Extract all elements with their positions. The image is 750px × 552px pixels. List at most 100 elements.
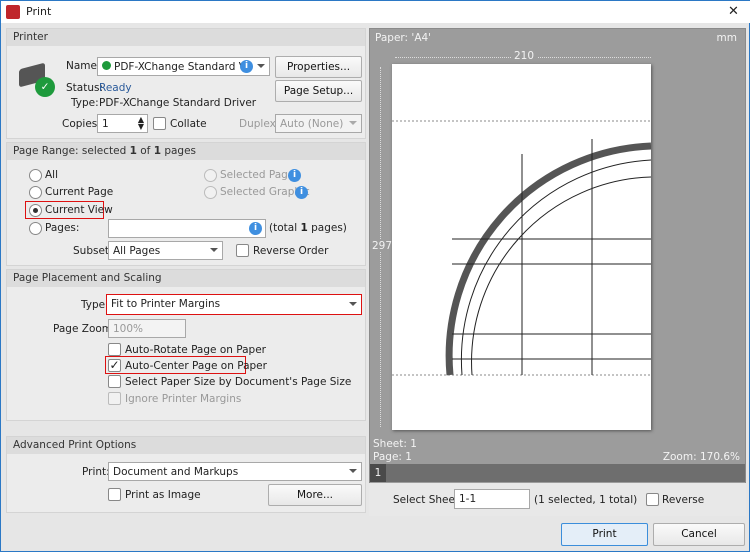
- select-sheets-input[interactable]: 1-1: [454, 489, 530, 509]
- select-paper-checkbox[interactable]: [108, 375, 121, 388]
- section-header: Page Placement and Scaling: [7, 270, 365, 287]
- printer-green-icon: [102, 61, 111, 70]
- current-page-radio[interactable]: [29, 186, 42, 199]
- auto-center-label: Auto-Center Page on Paper: [125, 360, 267, 372]
- pages-label: Pages:: [45, 222, 80, 234]
- reverse-order-label: Reverse Order: [253, 245, 329, 257]
- status-label: Status:: [66, 82, 103, 94]
- pages-radio[interactable]: [29, 222, 42, 235]
- pages-input[interactable]: i: [108, 219, 266, 238]
- page-zoom-stepper[interactable]: 100%: [108, 319, 186, 338]
- page-range-section: Page Range: selected 1 of 1 pages All Cu…: [6, 142, 366, 266]
- selected-pages-radio[interactable]: [204, 169, 217, 182]
- total-num: 1: [300, 222, 308, 234]
- page-zoom-value: 100%: [113, 323, 144, 335]
- height-label: 297: [372, 240, 393, 252]
- all-radio[interactable]: [29, 169, 42, 182]
- page-label: Page: 1: [373, 451, 412, 463]
- printer-section: Printer ✓ Name: PDF-XChange Standard V6 …: [6, 28, 366, 139]
- copies-stepper[interactable]: 1 ▲ ▼: [97, 114, 148, 133]
- collate-label: Collate: [170, 118, 207, 130]
- duplex-select[interactable]: Auto (None): [275, 114, 362, 133]
- title-bar: Print ✕: [1, 1, 750, 23]
- print-as-image-label: Print as Image: [125, 489, 201, 501]
- header-text: Page Range: selected: [13, 145, 130, 157]
- close-icon[interactable]: ✕: [728, 4, 739, 19]
- selected-graphic-radio[interactable]: [204, 186, 217, 199]
- collate-checkbox[interactable]: [153, 117, 166, 130]
- print-label: Print:: [82, 466, 110, 478]
- ignore-margins-label: Ignore Printer Margins: [125, 393, 242, 405]
- paper-label: Paper: 'A4': [375, 32, 432, 44]
- width-label: 210: [511, 50, 538, 62]
- section-header: Page Range: selected 1 of 1 pages: [7, 143, 365, 160]
- subset-select[interactable]: All Pages: [108, 241, 223, 260]
- ignore-margins-checkbox[interactable]: [108, 392, 121, 405]
- chevron-down-icon: [257, 64, 265, 68]
- current-view-label: Current View: [45, 204, 113, 216]
- cancel-button[interactable]: Cancel: [653, 523, 745, 546]
- auto-rotate-checkbox[interactable]: [108, 343, 121, 356]
- subset-value: All Pages: [113, 245, 161, 257]
- printer-name-select[interactable]: PDF-XChange Standard V6 i: [97, 57, 270, 76]
- info-icon[interactable]: i: [295, 186, 308, 199]
- advanced-section: Advanced Print Options Print: Document a…: [6, 436, 366, 513]
- current-page-label: Current Page: [45, 186, 114, 198]
- chevron-down-icon: [349, 302, 357, 306]
- print-button[interactable]: Print: [561, 523, 648, 546]
- info-icon[interactable]: i: [240, 60, 253, 73]
- total-count: 1: [153, 145, 161, 157]
- reverse-label: Reverse: [662, 494, 705, 506]
- print-as-image-checkbox[interactable]: [108, 488, 121, 501]
- unit-label: mm: [716, 32, 737, 44]
- select-paper-label: Select Paper Size by Document's Page Siz…: [125, 376, 352, 388]
- print-content-select[interactable]: Document and Markups: [108, 462, 362, 481]
- more-button[interactable]: More...: [268, 484, 362, 506]
- stepper-arrows-icon[interactable]: ▲ ▼: [138, 116, 144, 131]
- ready-check-icon: ✓: [35, 77, 55, 97]
- thumbnail-1[interactable]: 1: [370, 464, 386, 482]
- print-content-value: Document and Markups: [113, 466, 239, 478]
- section-header: Printer: [7, 29, 365, 46]
- pages-total: (total 1 pages): [269, 222, 347, 234]
- chevron-down-icon: [210, 248, 218, 252]
- type-label: Type:: [71, 97, 99, 109]
- sheet-label: Sheet: 1: [373, 438, 417, 450]
- header-text: pages: [161, 145, 197, 157]
- page-preview: [392, 64, 651, 430]
- duplex-label: Duplex:: [239, 118, 280, 130]
- zoom-label: Zoom: 170.6%: [662, 451, 740, 463]
- duplex-value: Auto (None): [280, 118, 344, 130]
- sheets-info: (1 selected, 1 total): [534, 494, 638, 506]
- chevron-down-icon: [349, 121, 357, 125]
- preview-panel: Paper: 'A4' mm 210 297 Sheet: 1 Page: 1 …: [369, 28, 746, 516]
- name-label: Name:: [66, 60, 101, 72]
- placement-section: Page Placement and Scaling Type: Fit to …: [6, 269, 366, 421]
- chevron-down-icon: [349, 469, 357, 473]
- info-icon[interactable]: i: [249, 222, 262, 235]
- all-label: All: [45, 169, 59, 181]
- status-value: Ready: [99, 82, 132, 94]
- page-zoom-label: Page Zoom:: [53, 323, 116, 335]
- scaling-type-value: Fit to Printer Margins: [111, 298, 221, 310]
- reverse-order-checkbox[interactable]: [236, 244, 249, 257]
- app-icon: [6, 5, 20, 19]
- info-icon[interactable]: i: [288, 169, 301, 182]
- total-text: (total: [269, 222, 301, 234]
- subset-label: Subset:: [73, 245, 113, 257]
- current-view-radio[interactable]: [29, 204, 42, 217]
- auto-rotate-label: Auto-Rotate Page on Paper: [125, 344, 266, 356]
- selected-count: 1: [129, 145, 137, 157]
- drawing-preview: [392, 120, 651, 376]
- page-setup-button[interactable]: Page Setup...: [275, 80, 362, 102]
- select-sheets-value: 1-1: [459, 493, 477, 505]
- thumbnail-strip[interactable]: 1: [370, 464, 745, 482]
- copies-value: 1: [102, 118, 109, 130]
- section-header: Advanced Print Options: [7, 437, 365, 454]
- scaling-type-select[interactable]: Fit to Printer Margins: [106, 294, 362, 315]
- auto-center-checkbox[interactable]: ✓: [108, 359, 121, 372]
- reverse-checkbox[interactable]: [646, 493, 659, 506]
- properties-button[interactable]: Properties...: [275, 56, 362, 78]
- type-value: PDF-XChange Standard Driver: [99, 97, 257, 109]
- window-title: Print: [26, 5, 52, 18]
